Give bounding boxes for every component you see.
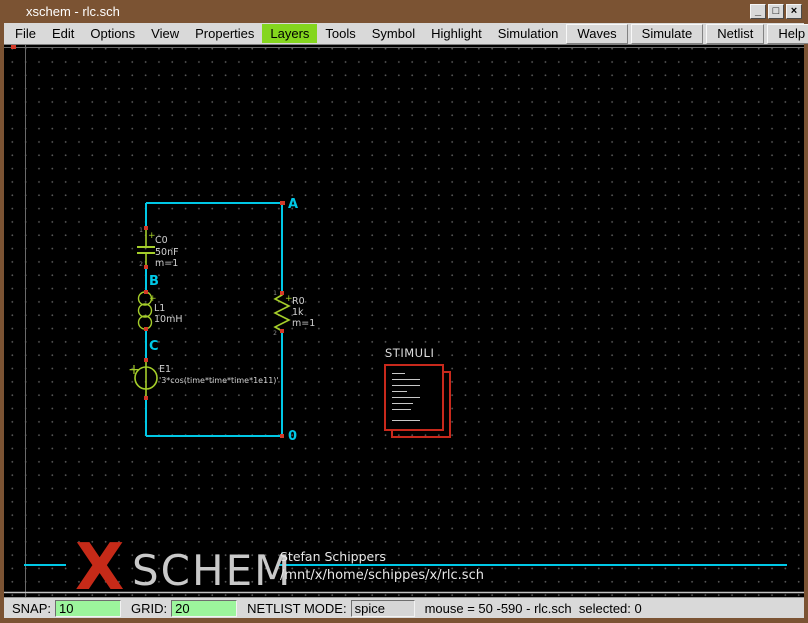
waves-button[interactable]: Waves [566, 24, 627, 44]
minimize-icon[interactable]: _ [750, 4, 766, 19]
menu-simulation[interactable]: Simulation [490, 24, 567, 43]
cap-pin-number-2: 2 [139, 261, 143, 268]
net-label-a[interactable]: A [288, 197, 298, 212]
snap-input[interactable] [55, 600, 121, 617]
schematic-canvas[interactable]: 1 + 2 C0 50nF m=1 + L1 10mH + E1 [4, 45, 804, 597]
res-pin-number-1: 1 [273, 290, 277, 297]
res-value-label: 1k [292, 307, 304, 318]
maximize-icon[interactable]: □ [768, 4, 784, 19]
menu-edit[interactable]: Edit [44, 24, 82, 43]
window-controls: _ □ × [750, 4, 802, 19]
author-text: Stefan Schippers [280, 549, 386, 564]
res-mult-label: m=1 [292, 318, 315, 329]
net-label-b[interactable]: B [149, 274, 159, 289]
menubar-buttons: Waves Simulate Netlist Help [566, 24, 808, 44]
net-label-c[interactable]: C [149, 339, 159, 354]
simulate-button[interactable]: Simulate [631, 24, 704, 44]
menu-tools[interactable]: Tools [317, 24, 363, 43]
close-icon[interactable]: × [786, 4, 802, 19]
statusbar: SNAP: GRID: NETLIST MODE: mouse = 50 -59… [4, 597, 804, 618]
title-block: X SCHEM Stefan Schippers /mnt/x/home/sch… [4, 531, 804, 597]
titlebar[interactable]: xschem - rlc.sch _ □ × [0, 0, 808, 23]
snap-label: SNAP: [12, 601, 51, 616]
cap-name-label: C0 [155, 235, 168, 246]
res-pin-number-2: 2 [273, 330, 277, 337]
inductor-value-label: 10mH [154, 314, 183, 325]
menu-layers[interactable]: Layers [262, 24, 317, 43]
window-title: xschem - rlc.sch [26, 4, 120, 19]
menubar: File Edit Options View Properties Layers… [4, 23, 804, 45]
logo-x: X [75, 531, 124, 597]
logo-schem: SCHEM [132, 546, 292, 595]
menu-file[interactable]: File [7, 24, 44, 43]
source-name-label: E1 [159, 364, 171, 375]
help-button[interactable]: Help [767, 24, 808, 44]
menu-symbol[interactable]: Symbol [364, 24, 423, 43]
menu-highlight[interactable]: Highlight [423, 24, 490, 43]
cap-value-label: 50nF [155, 247, 179, 258]
cap-mult-label: m=1 [155, 258, 178, 269]
xschem-window: xschem - rlc.sch _ □ × File Edit Options… [0, 0, 808, 623]
net-label-gnd[interactable]: 0 [288, 429, 297, 444]
file-path-text: /mnt/x/home/schippes/x/rlc.sch [280, 568, 484, 583]
grid-label: GRID: [131, 601, 167, 616]
netlist-mode-input[interactable] [351, 600, 415, 617]
cap-pin-number-1: 1 [139, 227, 143, 234]
stimuli-block[interactable]: STIMULI [385, 346, 450, 437]
mouse-status-text: mouse = 50 -590 - rlc.sch selected: 0 [425, 601, 642, 616]
origin-marker [11, 45, 16, 49]
stimuli-label: STIMULI [385, 346, 434, 360]
grid-input[interactable] [171, 600, 237, 617]
menu-properties[interactable]: Properties [187, 24, 262, 43]
source-value-label: '3*cos(time*time*time*1e11)' [159, 376, 279, 385]
inductor-name-label: L1 [154, 303, 165, 314]
netlist-button[interactable]: Netlist [706, 24, 764, 44]
axis-lines [4, 45, 804, 597]
netlist-mode-label: NETLIST MODE: [247, 601, 346, 616]
res-name-label: R0 [292, 296, 305, 307]
menu-view[interactable]: View [143, 24, 187, 43]
source-plus-mark: + [128, 362, 140, 378]
menu-options[interactable]: Options [82, 24, 143, 43]
